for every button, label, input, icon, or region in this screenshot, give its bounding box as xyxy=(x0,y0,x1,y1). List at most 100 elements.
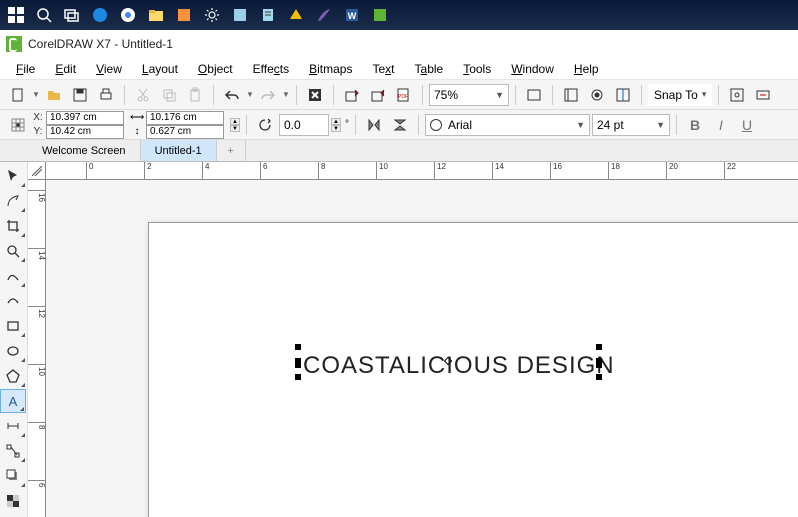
explorer-icon[interactable] xyxy=(142,1,170,29)
coreldraw-taskbar-icon[interactable] xyxy=(366,1,394,29)
polygon-tool[interactable] xyxy=(0,364,26,388)
tab-untitled[interactable]: Untitled-1 xyxy=(141,140,217,161)
shape-tool[interactable] xyxy=(0,189,26,213)
height-input[interactable]: 0.627 cm xyxy=(146,125,224,139)
fullscreen-button[interactable] xyxy=(522,83,546,107)
zoom-tool[interactable] xyxy=(0,239,26,263)
x-input[interactable]: 10.397 cm xyxy=(46,111,124,125)
transparency-tool[interactable] xyxy=(0,489,26,513)
settings-icon[interactable] xyxy=(198,1,226,29)
feather-icon[interactable] xyxy=(310,1,338,29)
publish-pdf-button[interactable]: PDF xyxy=(392,83,416,107)
edge-icon[interactable] xyxy=(86,1,114,29)
menu-text[interactable]: Text xyxy=(364,60,402,78)
horizontal-ruler[interactable]: 0246810121416182022 xyxy=(46,162,798,180)
paste-button[interactable] xyxy=(183,83,207,107)
menu-table[interactable]: Table xyxy=(407,60,452,78)
property-bar: X:10.397 cm Y:10.42 cm ⟷10.176 cm ↕0.627… xyxy=(0,110,798,140)
taskview-icon[interactable] xyxy=(58,1,86,29)
underline-button[interactable]: U xyxy=(735,113,759,137)
parallel-dim-tool[interactable] xyxy=(0,414,26,438)
rotation-icon xyxy=(253,113,277,137)
redo-button[interactable] xyxy=(256,83,280,107)
artistic-media-tool[interactable] xyxy=(0,289,26,313)
menu-edit[interactable]: Edit xyxy=(47,60,84,78)
font-select[interactable]: Arial ▼ xyxy=(425,114,590,136)
rectangle-tool[interactable] xyxy=(0,314,26,338)
menu-bitmaps[interactable]: Bitmaps xyxy=(301,60,360,78)
new-button[interactable] xyxy=(6,83,30,107)
ellipse-tool[interactable] xyxy=(0,339,26,363)
handle-br[interactable] xyxy=(596,374,602,380)
y-input[interactable]: 10.42 cm xyxy=(46,125,124,139)
new-dropdown[interactable]: ▼ xyxy=(32,90,40,99)
text-object[interactable]: COASTALICIOUS DESIGN xyxy=(303,352,615,380)
drive-icon[interactable] xyxy=(282,1,310,29)
show-rulers-button[interactable] xyxy=(559,83,583,107)
mirror-h-button[interactable] xyxy=(362,113,386,137)
print-button[interactable] xyxy=(94,83,118,107)
import-button[interactable] xyxy=(340,83,364,107)
mirror-v-button[interactable] xyxy=(388,113,412,137)
font-size-select[interactable]: 24 pt▼ xyxy=(592,114,670,136)
undo-button[interactable] xyxy=(220,83,244,107)
handle-tr[interactable] xyxy=(596,344,602,350)
menu-view[interactable]: View xyxy=(88,60,130,78)
handle-tl[interactable] xyxy=(295,344,301,350)
vertical-ruler[interactable]: 1614121086 xyxy=(28,180,46,517)
document-tabs: Welcome Screen Untitled-1 + xyxy=(0,140,798,162)
ruler-origin[interactable] xyxy=(28,162,46,180)
menu-effects[interactable]: Effects xyxy=(245,60,297,78)
rotation-input[interactable]: 0.0 xyxy=(279,114,329,136)
zoom-select[interactable]: 75%▼ xyxy=(429,84,509,106)
menu-object[interactable]: Object xyxy=(190,60,241,78)
handle-bl[interactable] xyxy=(295,374,301,380)
show-guides-button[interactable] xyxy=(611,83,635,107)
tab-welcome[interactable]: Welcome Screen xyxy=(28,140,141,161)
copy-button[interactable] xyxy=(157,83,181,107)
title-bar: CorelDRAW X7 - Untitled-1 xyxy=(0,30,798,58)
height-icon: ↕ xyxy=(130,126,144,137)
menu-tools[interactable]: Tools xyxy=(455,60,499,78)
pick-tool[interactable] xyxy=(0,164,26,188)
connector-tool[interactable] xyxy=(0,439,26,463)
show-grid-button[interactable] xyxy=(585,83,609,107)
drop-shadow-tool[interactable] xyxy=(0,464,26,488)
menu-window[interactable]: Window xyxy=(503,60,562,78)
size-spinner[interactable]: ▲▼ xyxy=(230,118,240,132)
launch-button[interactable] xyxy=(751,83,775,107)
xampp-icon[interactable] xyxy=(170,1,198,29)
open-button[interactable] xyxy=(42,83,66,107)
object-origin-button[interactable] xyxy=(6,113,30,137)
start-icon[interactable] xyxy=(2,1,30,29)
italic-button[interactable]: I xyxy=(709,113,733,137)
notepad-icon[interactable] xyxy=(254,1,282,29)
search-content-button[interactable] xyxy=(303,83,327,107)
handle-r[interactable] xyxy=(596,358,602,368)
menu-help[interactable]: Help xyxy=(566,60,607,78)
menu-layout[interactable]: Layout xyxy=(134,60,186,78)
search-icon[interactable] xyxy=(30,1,58,29)
svg-text:A: A xyxy=(9,394,18,409)
menu-file[interactable]: File xyxy=(8,60,43,78)
save-button[interactable] xyxy=(68,83,92,107)
redo-dropdown[interactable]: ▼ xyxy=(282,90,290,99)
chrome-icon[interactable] xyxy=(114,1,142,29)
app-icon[interactable] xyxy=(226,1,254,29)
snap-select[interactable]: Snap To▾ xyxy=(648,84,712,106)
word-icon[interactable]: W xyxy=(338,1,366,29)
text-tool[interactable]: A xyxy=(0,389,26,413)
undo-dropdown[interactable]: ▼ xyxy=(246,90,254,99)
crop-tool[interactable] xyxy=(0,214,26,238)
rotation-spinner[interactable]: ▲▼ xyxy=(331,118,341,132)
canvas-area[interactable]: 0246810121416182022 1614121086 COASTALIC… xyxy=(28,162,798,517)
bold-button[interactable]: B xyxy=(683,113,707,137)
export-button[interactable] xyxy=(366,83,390,107)
freehand-tool[interactable] xyxy=(0,264,26,288)
x-label: X: xyxy=(32,112,44,123)
options-button[interactable] xyxy=(725,83,749,107)
cut-button[interactable] xyxy=(131,83,155,107)
width-input[interactable]: 10.176 cm xyxy=(146,111,224,125)
tab-add[interactable]: + xyxy=(217,140,246,161)
handle-l[interactable] xyxy=(295,358,301,368)
